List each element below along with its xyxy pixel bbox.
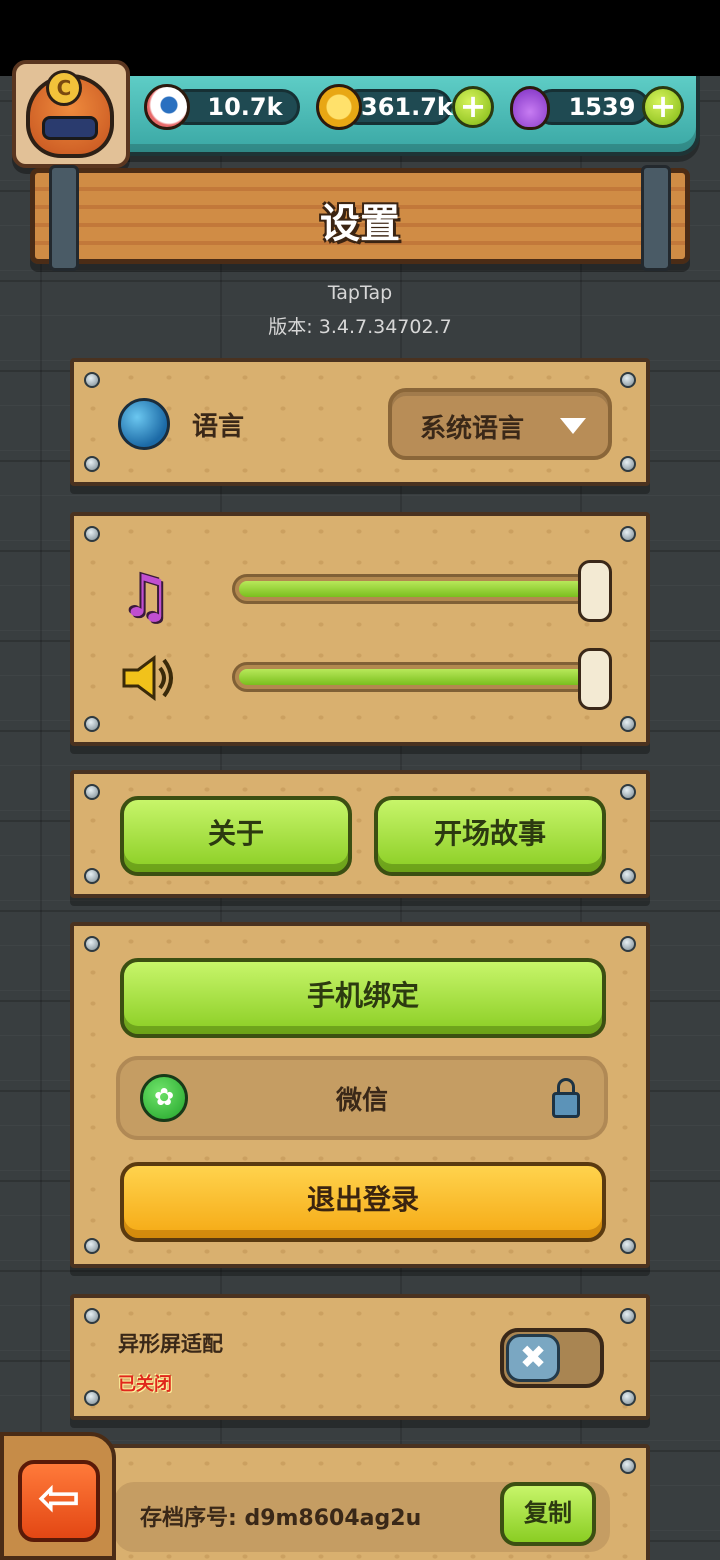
notch-panel: 异形屏适配 已关闭 ✖ [70,1294,650,1420]
rivet [620,526,636,542]
chevron-down-icon [560,418,586,434]
add-coins-button[interactable]: + [452,86,494,128]
close-icon: ✖ [506,1334,560,1382]
version-label: 版本: 3.4.7.34702.7 [268,316,452,338]
rivet [620,868,636,884]
rivet [620,372,636,388]
back-arrow-icon: ⇦ [37,1468,81,1528]
back-button-frame: ⇦ [0,1432,116,1560]
rivet [620,1458,636,1474]
rivet [84,1238,100,1254]
language-panel: 语言 系统语言 [70,358,650,486]
back-button[interactable]: ⇦ [18,1460,100,1542]
rivet [620,1308,636,1324]
notch-status: 已关闭 [118,1374,172,1395]
info-panel: 关于 开场故事 [70,770,650,898]
eyeball-icon [144,84,190,130]
rivet [620,1238,636,1254]
rivet [84,456,100,472]
rivet [84,784,100,800]
music-slider-handle[interactable] [578,560,612,622]
sound-volume-slider[interactable] [232,662,592,692]
rivet [620,456,636,472]
rivet [620,784,636,800]
rivet [620,1390,636,1406]
title-plank: 设置 [30,165,690,271]
archive-id: 存档序号: d9m8604ag2u [140,1506,422,1531]
potion-counter: 1539 [534,89,650,125]
language-dropdown[interactable]: 系统语言 [388,388,612,460]
about-button[interactable]: 关于 [120,796,352,876]
logout-button[interactable]: 退出登录 [120,1162,606,1242]
audio-panel: ♫ [70,512,650,746]
wechat-bind-button[interactable]: ✿ 微信 [116,1056,608,1140]
rivet [84,868,100,884]
wechat-label: 微信 [335,1086,388,1116]
bind-phone-button[interactable]: 手机绑定 [120,958,606,1038]
rivet [620,936,636,952]
music-icon: ♫ [120,562,172,630]
speaker-icon [120,652,176,717]
rivet [84,1390,100,1406]
rivet [620,716,636,732]
coin-count: 361.7k [361,93,453,121]
globe-icon [118,398,170,450]
rivet [84,526,100,542]
language-selected: 系统语言 [420,414,525,444]
notch-label: 异形屏适配 [118,1332,223,1356]
music-volume-fill [239,581,585,597]
potion-count: 1539 [568,93,636,121]
sound-slider-handle[interactable] [578,648,612,710]
language-label: 语言 [192,412,245,442]
notch-toggle[interactable]: ✖ [500,1328,604,1388]
copy-button[interactable]: 复制 [500,1482,596,1546]
account-panel: 手机绑定 ✿ 微信 退出登录 [70,922,650,1268]
add-potions-button[interactable]: + [642,86,684,128]
coin-icon [316,84,362,130]
rivet [84,716,100,732]
page-title: 设置 [320,201,400,247]
avatar-mouth [42,116,98,140]
eyeball-count: 10.7k [207,93,283,121]
lock-icon [552,1092,580,1118]
sound-volume-fill [239,669,585,685]
potion-icon [510,86,550,130]
opening-story-button[interactable]: 开场故事 [374,796,606,876]
archive-panel: 存档序号: d9m8604ag2u 复制 [70,1444,650,1560]
platform-label: TapTap [327,282,393,304]
rivet [84,936,100,952]
avatar-rank-badge: C [46,70,82,106]
rivet [84,1308,100,1324]
rivet [84,372,100,388]
music-volume-slider[interactable] [232,574,592,604]
